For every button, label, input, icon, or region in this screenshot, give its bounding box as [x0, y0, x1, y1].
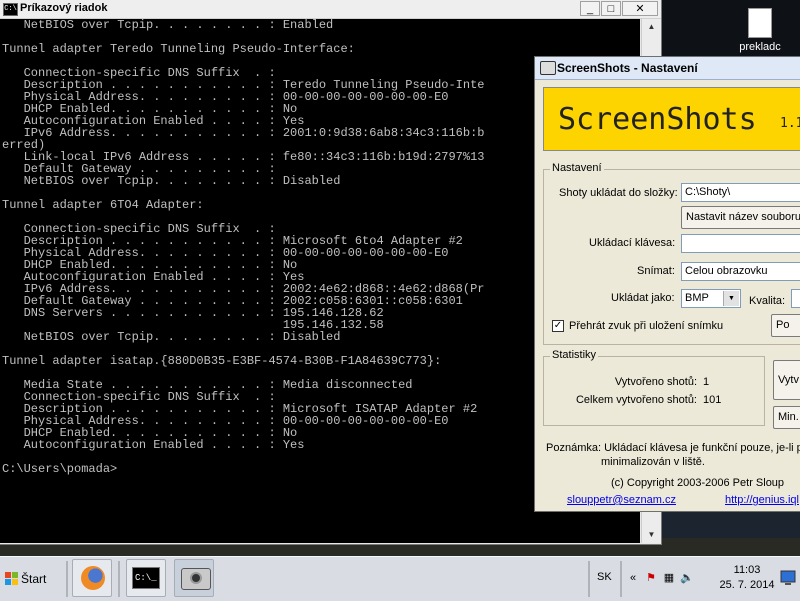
hotkey-input[interactable] [681, 234, 800, 253]
folder-input[interactable]: C:\Shoty\ [681, 183, 800, 202]
capture-select[interactable]: Celou obrazovku [681, 262, 800, 281]
capture-label: Snímat: [637, 265, 675, 277]
set-filename-button[interactable]: Nastavit název souboru [681, 206, 800, 229]
screenshots-window-title: ScreenShots - Nastavení [557, 61, 698, 75]
shots-total-value: 101 [703, 394, 722, 406]
start-label: Štart [21, 572, 47, 586]
format-label: Ukládat jako: [611, 292, 675, 304]
clock-time: 11:03 [733, 564, 761, 576]
taskbar-cmd-button[interactable]: C:\_ [126, 559, 166, 597]
desktop-icon-label: prekladc [739, 41, 781, 53]
scroll-up-arrow-icon[interactable]: ▲ [642, 19, 661, 35]
console-line: NetBIOS over Tcpip. . . . . . . . : Enab… [2, 19, 334, 32]
taskbar-separator [66, 561, 68, 597]
cmd-icon: C:\_ [132, 567, 160, 589]
taskbar-separator [620, 561, 622, 597]
format-select[interactable]: BMP ▼ [681, 289, 741, 308]
note-line-2: minimalizován v liště. [601, 456, 705, 468]
taskbar-separator [588, 561, 590, 597]
maximize-button[interactable]: □ [601, 1, 621, 16]
chevron-down-icon[interactable]: ▼ [723, 291, 739, 306]
sound-checkbox-label: Přehrát zvuk při uložení snímku [569, 320, 724, 332]
note-line-1: Poznámka: Ukládací klávesa je funkční po… [546, 442, 800, 454]
camera-icon [181, 568, 211, 590]
cmd-app-icon: C:\ [3, 3, 18, 16]
format-select-value: BMP [685, 292, 709, 304]
copyright-text: (c) Copyright 2003-2006 Petr Sloup [611, 477, 785, 489]
camera-app-icon [540, 61, 556, 75]
hotkey-label: Ukládací klávesa: [589, 237, 676, 249]
desktop-wallpaper-detail [660, 510, 800, 538]
network-icon[interactable]: ▦ [662, 571, 676, 585]
start-button[interactable]: Štart [2, 563, 60, 595]
minimize-to-tray-button[interactable]: Min. [773, 406, 800, 429]
create-shot-button[interactable]: Vytv [773, 360, 800, 400]
windows-logo-icon [5, 572, 18, 585]
scroll-down-arrow-icon[interactable]: ▼ [642, 527, 661, 543]
website-link[interactable]: http://genius.iql [725, 494, 799, 506]
tray-expand-icon[interactable]: « [626, 571, 640, 585]
stats-groupbox: Statistiky [543, 349, 765, 426]
clock[interactable]: 11:03 25. 7. 2014 [712, 563, 782, 593]
cmd-window-title: Príkazový riadok [20, 2, 108, 14]
close-button[interactable]: ✕ [622, 1, 658, 16]
app-banner: ScreenShots 1.1 [543, 87, 800, 151]
clock-date: 25. 7. 2014 [719, 579, 775, 591]
document-icon [748, 8, 772, 38]
taskbar: Štart C:\_ SK « ⚑ ▦ 🔈 11:03 25. 7. 2014 [0, 556, 800, 601]
minimize-button[interactable]: _ [580, 1, 600, 16]
folder-label: Shoty ukládat do složky: [559, 187, 678, 199]
quality-label: Kvalita: [749, 295, 786, 307]
banner-app-name: ScreenShots [558, 102, 757, 137]
sound-checkbox[interactable]: ✓ [552, 320, 564, 332]
show-desktop-icon[interactable] [780, 567, 796, 587]
banner-version: 1.1 [780, 116, 800, 131]
shots-total-label: Celkem vytvořeno shotů: [575, 394, 697, 406]
taskbar-separator [118, 561, 120, 597]
stats-legend: Statistiky [550, 349, 599, 361]
settings-extra-button[interactable]: Po [771, 314, 800, 337]
quality-input[interactable] [791, 289, 800, 308]
taskbar-screenshots-button[interactable] [174, 559, 214, 597]
screenshots-window[interactable]: ScreenShots - Nastavení ScreenShots 1.1 … [534, 56, 800, 512]
console-line: Tunnel adapter Teredo Tunneling Pseudo-I… [2, 42, 355, 56]
shots-created-value: 1 [703, 376, 710, 388]
shots-created-label: Vytvořeno shotů: [614, 376, 697, 388]
cmd-titlebar[interactable]: C:\ Príkazový riadok _ □ ✕ [0, 0, 661, 19]
volume-icon[interactable]: 🔈 [680, 571, 694, 585]
firefox-icon [81, 566, 105, 590]
email-link[interactable]: slouppetr@seznam.cz [567, 494, 676, 506]
settings-legend: Nastavení [550, 162, 604, 174]
language-indicator[interactable]: SK [597, 571, 612, 583]
action-center-flag-icon[interactable]: ⚑ [644, 571, 658, 585]
screenshots-titlebar[interactable]: ScreenShots - Nastavení [535, 57, 800, 80]
taskbar-firefox-button[interactable] [72, 559, 112, 597]
desktop-icon-prekladc[interactable]: prekladc [732, 8, 788, 53]
